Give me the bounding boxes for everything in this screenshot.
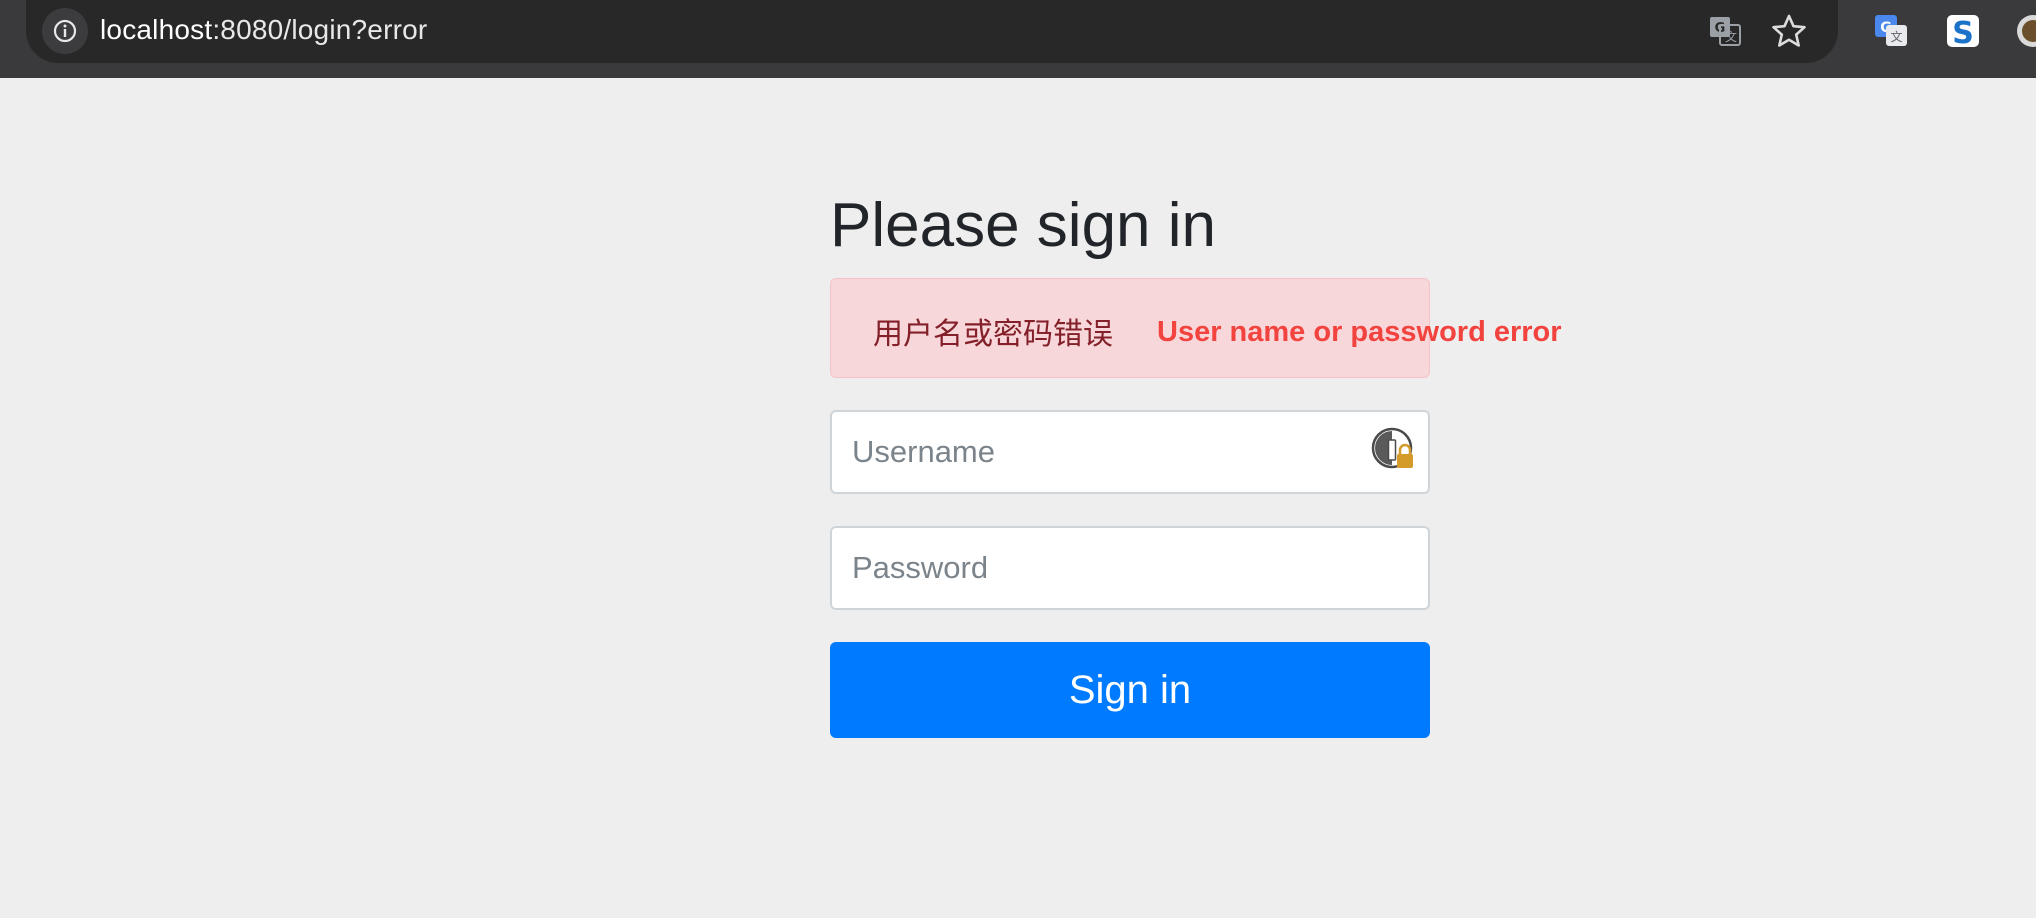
svg-text:文: 文 <box>1890 29 1902 44</box>
translate-icon[interactable]: G 文 <box>1706 12 1744 50</box>
error-translation-annotation: User name or password error <box>1157 316 1562 348</box>
page-title: Please sign in <box>830 191 1217 260</box>
password-manager-icon[interactable] <box>1370 426 1418 474</box>
address-bar[interactable]: localhost:8080/login?error G 文 <box>26 0 1838 63</box>
url-text[interactable]: localhost:8080/login?error <box>100 14 427 46</box>
username-field[interactable] <box>830 410 1430 494</box>
s-extension-icon[interactable]: S <box>1944 12 1982 50</box>
profile-icon[interactable] <box>2014 12 2036 50</box>
password-field[interactable] <box>830 526 1430 610</box>
svg-text:文: 文 <box>1725 29 1737 44</box>
bookmark-star-icon[interactable] <box>1770 12 1808 50</box>
browser-toolbar: localhost:8080/login?error G 文 G 文 S <box>0 0 2036 78</box>
sign-in-button[interactable]: Sign in <box>830 642 1430 738</box>
google-translate-extension-icon[interactable]: G 文 <box>1872 12 1910 50</box>
error-message: 用户名或密码错误 <box>873 317 1113 352</box>
info-icon[interactable] <box>42 8 88 54</box>
svg-text:S: S <box>1952 16 1974 50</box>
